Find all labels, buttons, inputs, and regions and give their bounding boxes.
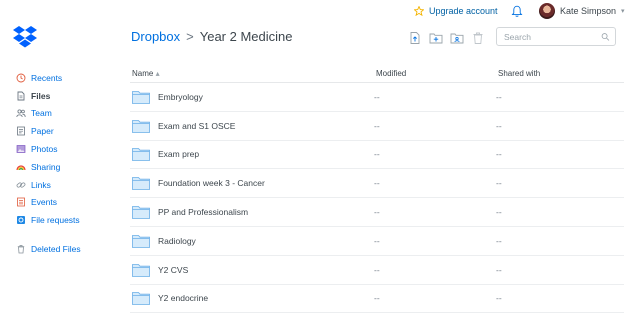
shared-with-value: -- (496, 149, 502, 160)
file-name[interactable]: Y2 CVS (158, 265, 188, 275)
file-name[interactable]: PP and Professionalism (158, 207, 248, 217)
folder-icon (132, 119, 150, 133)
table-row[interactable]: Exam prep -- -- (130, 141, 624, 170)
folder-icon (132, 263, 150, 277)
file-name[interactable]: Y2 endocrine (158, 293, 208, 303)
shared-with-value: -- (496, 264, 502, 275)
sidebar-item-label: Team (31, 108, 52, 119)
shared-with-value: -- (496, 91, 502, 102)
sidebar-item-label: Paper (31, 126, 54, 137)
sidebar-item-label: Deleted Files (31, 244, 81, 255)
search-box[interactable] (496, 27, 616, 46)
delete-trash-icon[interactable] (471, 31, 485, 45)
file-name[interactable]: Exam prep (158, 149, 199, 159)
photos-icon (16, 145, 26, 153)
modified-value: -- (374, 120, 380, 131)
folder-icon (132, 148, 150, 162)
sidebar-item-label: Photos (31, 144, 58, 155)
modified-value: -- (374, 149, 380, 160)
file-table: Name ▴ Modified Shared with Embryology -… (130, 64, 624, 313)
sidebar-item-links[interactable]: Links (16, 176, 81, 194)
sidebar-item-label: Sharing (31, 161, 61, 172)
table-row[interactable]: Exam and S1 OSCE -- -- (130, 112, 624, 141)
sidebar-item-deleted-files[interactable]: Deleted Files (16, 240, 81, 258)
modified-header[interactable]: Modified (376, 69, 498, 78)
upload-file-icon[interactable] (408, 31, 422, 45)
modified-value: -- (374, 293, 380, 304)
shared-folder-icon[interactable] (450, 31, 464, 45)
sidebar-item-label: Recents (31, 72, 63, 83)
dropbox-logo-icon[interactable] (13, 24, 37, 48)
shared-with-value: -- (496, 235, 502, 246)
folder-icon (132, 292, 150, 306)
file-name[interactable]: Exam and S1 OSCE (158, 121, 235, 131)
table-row[interactable]: Radiology -- -- (130, 227, 624, 256)
shared-with-value: -- (496, 293, 502, 304)
shared-with-value: -- (496, 120, 502, 131)
folder-icon (132, 90, 150, 104)
sort-by-name-header[interactable]: Name ▴ (130, 69, 376, 78)
sidebar-item-files[interactable]: Files (16, 87, 81, 105)
shared-with-value: -- (496, 207, 502, 218)
file-name[interactable]: Radiology (158, 236, 196, 246)
table-row[interactable]: Y2 CVS -- -- (130, 256, 624, 285)
breadcrumb-root-link[interactable]: Dropbox (131, 29, 180, 44)
search-icon[interactable] (601, 32, 610, 42)
account-menu[interactable]: Kate Simpson ▾ (539, 3, 625, 19)
paper-icon (17, 126, 25, 136)
shared-with-value: -- (496, 178, 502, 189)
sidebar-item-file-requests[interactable]: File requests (16, 211, 81, 229)
folder-icon (132, 206, 150, 219)
table-row[interactable]: Foundation week 3 - Cancer -- -- (130, 169, 624, 199)
modified-value: -- (374, 207, 380, 218)
sidebar-item-paper[interactable]: Paper (16, 122, 81, 140)
breadcrumb: Dropbox > Year 2 Medicine (131, 29, 292, 44)
chevron-down-icon: ▾ (621, 8, 625, 15)
table-row[interactable]: PP and Professionalism -- -- (130, 198, 624, 227)
team-icon (16, 109, 26, 118)
file-name[interactable]: Embryology (158, 92, 203, 102)
notifications-bell-icon[interactable] (511, 5, 523, 18)
sidebar-item-photos[interactable]: Photos (16, 140, 81, 158)
file-name[interactable]: Foundation week 3 - Cancer (158, 178, 265, 188)
folder-icon (132, 234, 150, 248)
sidebar-item-events[interactable]: Events (16, 194, 81, 212)
upgrade-account-link[interactable]: Upgrade account (414, 6, 498, 16)
sidebar-item-label: Links (31, 179, 51, 190)
file-request-icon (17, 216, 25, 225)
sidebar-item-recents[interactable]: Recents (16, 69, 81, 87)
sidebar-nav: Recents Files Team Paper Photos Sharing … (16, 69, 81, 258)
upgrade-label: Upgrade account (429, 6, 498, 16)
star-icon (414, 6, 424, 16)
sidebar-item-label: Files (31, 90, 51, 101)
sidebar-item-label: Events (31, 197, 57, 208)
page-title: Year 2 Medicine (199, 29, 293, 44)
user-name: Kate Simpson (560, 6, 617, 16)
table-header: Name ▴ Modified Shared with (130, 64, 624, 83)
shared-with-header[interactable]: Shared with (498, 69, 540, 78)
sort-ascending-icon: ▴ (155, 68, 160, 78)
modified-value: -- (374, 91, 380, 102)
breadcrumb-separator: > (186, 29, 194, 44)
modified-value: -- (374, 235, 380, 246)
search-input[interactable] (502, 30, 601, 43)
file-toolbar (408, 31, 485, 45)
sidebar-item-team[interactable]: Team (16, 105, 81, 123)
table-row[interactable]: Embryology -- -- (130, 83, 624, 112)
link-icon (16, 182, 26, 188)
folder-icon (132, 177, 150, 191)
sidebar-item-label: File requests (31, 215, 80, 226)
avatar (539, 3, 555, 19)
events-icon (17, 198, 25, 207)
modified-value: -- (374, 264, 380, 275)
sidebar-item-sharing[interactable]: Sharing (16, 158, 81, 176)
files-icon (17, 91, 25, 101)
new-folder-icon[interactable] (429, 31, 443, 45)
sharing-rainbow-icon (16, 165, 26, 171)
clock-icon (16, 73, 26, 83)
table-row[interactable]: Y2 endocrine -- -- (130, 285, 624, 313)
trash-icon (17, 245, 25, 254)
modified-value: -- (374, 178, 380, 189)
